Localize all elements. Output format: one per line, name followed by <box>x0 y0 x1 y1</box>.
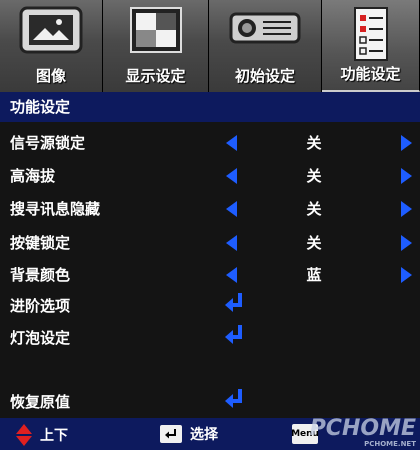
watermark-sub: PCHOME.NET <box>364 440 416 448</box>
tab-label: 功能设定 <box>340 65 401 83</box>
osd-menu: 图像 显示设定 初始设定 功能设定 功能设定 信号源锁定 关 高海拔 关 搜寻讯… <box>0 0 420 450</box>
watermark-main: PCHOME <box>309 416 416 441</box>
menu-item-label: 进阶选项 <box>10 297 71 315</box>
enter-icon[interactable] <box>224 292 244 318</box>
menu-item-label: 背景颜色 <box>10 266 71 284</box>
footer-updown: 上下 <box>16 424 68 446</box>
arrow-left-icon[interactable] <box>226 267 237 283</box>
arrow-right-icon[interactable] <box>401 235 412 251</box>
tab-label: 显示设定 <box>125 67 186 85</box>
menu-item-label: 灯泡设定 <box>10 329 71 347</box>
arrow-left-icon[interactable] <box>226 235 237 251</box>
menu-item-background-color[interactable]: 背景颜色 蓝 <box>0 258 420 288</box>
menu-item-high-altitude[interactable]: 高海拔 关 <box>0 159 420 189</box>
tab-bar: 图像 显示设定 初始设定 功能设定 <box>0 0 420 92</box>
arrow-right-icon[interactable] <box>401 201 412 217</box>
menu-item-source-lock[interactable]: 信号源锁定 关 <box>0 126 420 156</box>
menu-item-key-lock[interactable]: 按键锁定 关 <box>0 226 420 256</box>
footer-enter-label: 选择 <box>190 427 218 443</box>
menu-item-label: 高海拔 <box>10 167 56 185</box>
tab-label: 初始设定 <box>234 67 295 85</box>
menu-item-value: 关 <box>306 234 322 252</box>
enter-key-icon <box>160 425 182 443</box>
display-icon <box>129 6 183 60</box>
arrow-left-icon[interactable] <box>226 201 237 217</box>
menu-item-value: 关 <box>306 167 322 185</box>
section-title: 功能设定 <box>0 92 420 122</box>
footer-updown-label: 上下 <box>40 428 68 444</box>
menu-item-search-info-hide[interactable]: 搜寻讯息隐藏 关 <box>0 192 420 222</box>
menu-item-label: 搜寻讯息隐藏 <box>10 200 101 218</box>
enter-icon[interactable] <box>224 388 244 414</box>
arrow-left-icon[interactable] <box>226 135 237 151</box>
up-down-icon <box>16 424 32 446</box>
menu-item-value: 蓝 <box>306 266 322 284</box>
menu-item-reset[interactable]: 恢复原值 <box>0 385 420 415</box>
menu-item-label: 按键锁定 <box>10 234 71 252</box>
projector-icon <box>227 6 303 54</box>
arrow-right-icon[interactable] <box>401 267 412 283</box>
tab-initial-setup[interactable]: 初始设定 <box>209 0 322 92</box>
tab-display[interactable]: 显示设定 <box>103 0 209 92</box>
arrow-right-icon[interactable] <box>401 168 412 184</box>
menu-item-value: 关 <box>306 200 322 218</box>
checklist-icon <box>351 6 391 66</box>
watermark-logo: PCHOME PCHOME.NET <box>309 416 416 449</box>
enter-icon[interactable] <box>224 324 244 350</box>
arrow-left-icon[interactable] <box>226 168 237 184</box>
menu-item-value: 关 <box>306 134 322 152</box>
arrow-right-icon[interactable] <box>401 135 412 151</box>
tab-function-setup[interactable]: 功能设定 <box>322 0 420 92</box>
picture-icon <box>19 6 83 62</box>
menu-item-lamp-setup[interactable]: 灯泡设定 <box>0 321 420 351</box>
menu-list: 信号源锁定 关 高海拔 关 搜寻讯息隐藏 关 按键锁定 关 背景颜色 蓝 进阶选… <box>0 122 420 418</box>
footer-enter: 选择 <box>160 424 218 444</box>
menu-item-advanced[interactable]: 进阶选项 <box>0 289 420 319</box>
menu-item-label: 信号源锁定 <box>10 134 86 152</box>
footer-bar: 上下 选择 Menu PCHOME PCHOME.NET <box>0 418 420 450</box>
menu-item-label: 恢复原值 <box>10 393 71 411</box>
tab-picture[interactable]: 图像 <box>0 0 103 92</box>
tab-label: 图像 <box>35 67 66 85</box>
